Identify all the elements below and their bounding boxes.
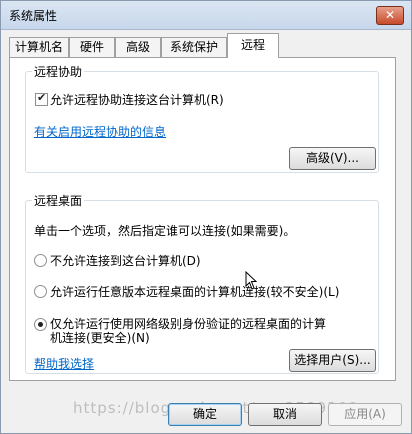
tab-remote[interactable]: 远程 [227,33,279,58]
remote-assistance-info-link[interactable]: 有关启用远程协助的信息 [34,123,166,140]
remote-assistance-group: 远程协助 ✔ 允许远程协助连接这台计算机(R) 有关启用远程协助的信息 高级(V… [25,63,379,173]
radio-disallow-connections-label[interactable]: 不允许连接到这台计算机(D) [50,252,201,269]
remote-assistance-group-label: 远程协助 [32,63,85,80]
remote-desktop-instruction: 单击一个选项，然后指定谁可以连接(如果需要)。 [34,224,296,238]
advanced-button[interactable]: 高级(V)... [289,147,376,170]
radio-disallow-connections[interactable] [34,254,47,267]
remote-desktop-group-label: 远程桌面 [32,192,85,209]
select-users-button[interactable]: 选择用户(S)... [289,349,376,372]
radio-allow-nla-only-label-line2[interactable]: 机连接(更安全)(N) [50,329,150,346]
mouse-cursor-icon [245,271,258,290]
tab-system-protection[interactable]: 系统保护 [161,37,227,57]
radio-allow-any-version-label[interactable]: 允许运行任意版本远程桌面的计算机连接(较不安全)(L) [50,283,339,300]
help-me-choose-link[interactable]: 帮助我选择 [34,355,94,372]
cancel-button[interactable]: 取消 [248,403,322,426]
tab-computer-name[interactable]: 计算机名 [9,37,69,57]
apply-button[interactable]: 应用(A) [328,403,402,426]
allow-remote-assistance-checkbox[interactable]: ✔ [35,91,48,106]
title-bar[interactable]: 系统属性 ✕ [1,1,411,30]
ok-button[interactable]: 确定 [168,403,242,426]
radio-allow-any-version[interactable] [34,285,47,298]
check-icon: ✔ [37,91,47,104]
system-properties-dialog: 系统属性 ✕ 计算机名 硬件 高级 系统保护 远程 远程协助 ✔ 允许远程协助连… [0,0,412,434]
radio-allow-nla-only[interactable] [34,318,47,331]
window-title: 系统属性 [9,9,58,23]
tab-advanced[interactable]: 高级 [115,37,161,57]
remote-desktop-group: 远程桌面 单击一个选项，然后指定谁可以连接(如果需要)。 不允许连接到这台计算机… [25,192,379,374]
close-icon: ✕ [384,8,396,22]
remote-tab-panel: 远程协助 ✔ 允许远程协助连接这台计算机(R) 有关启用远程协助的信息 高级(V… [9,57,396,381]
radio-selected-dot [38,322,43,327]
allow-remote-assistance-label[interactable]: 允许远程协助连接这台计算机(R) [50,91,224,108]
tab-hardware[interactable]: 硬件 [69,37,115,57]
close-button[interactable]: ✕ [376,6,404,25]
